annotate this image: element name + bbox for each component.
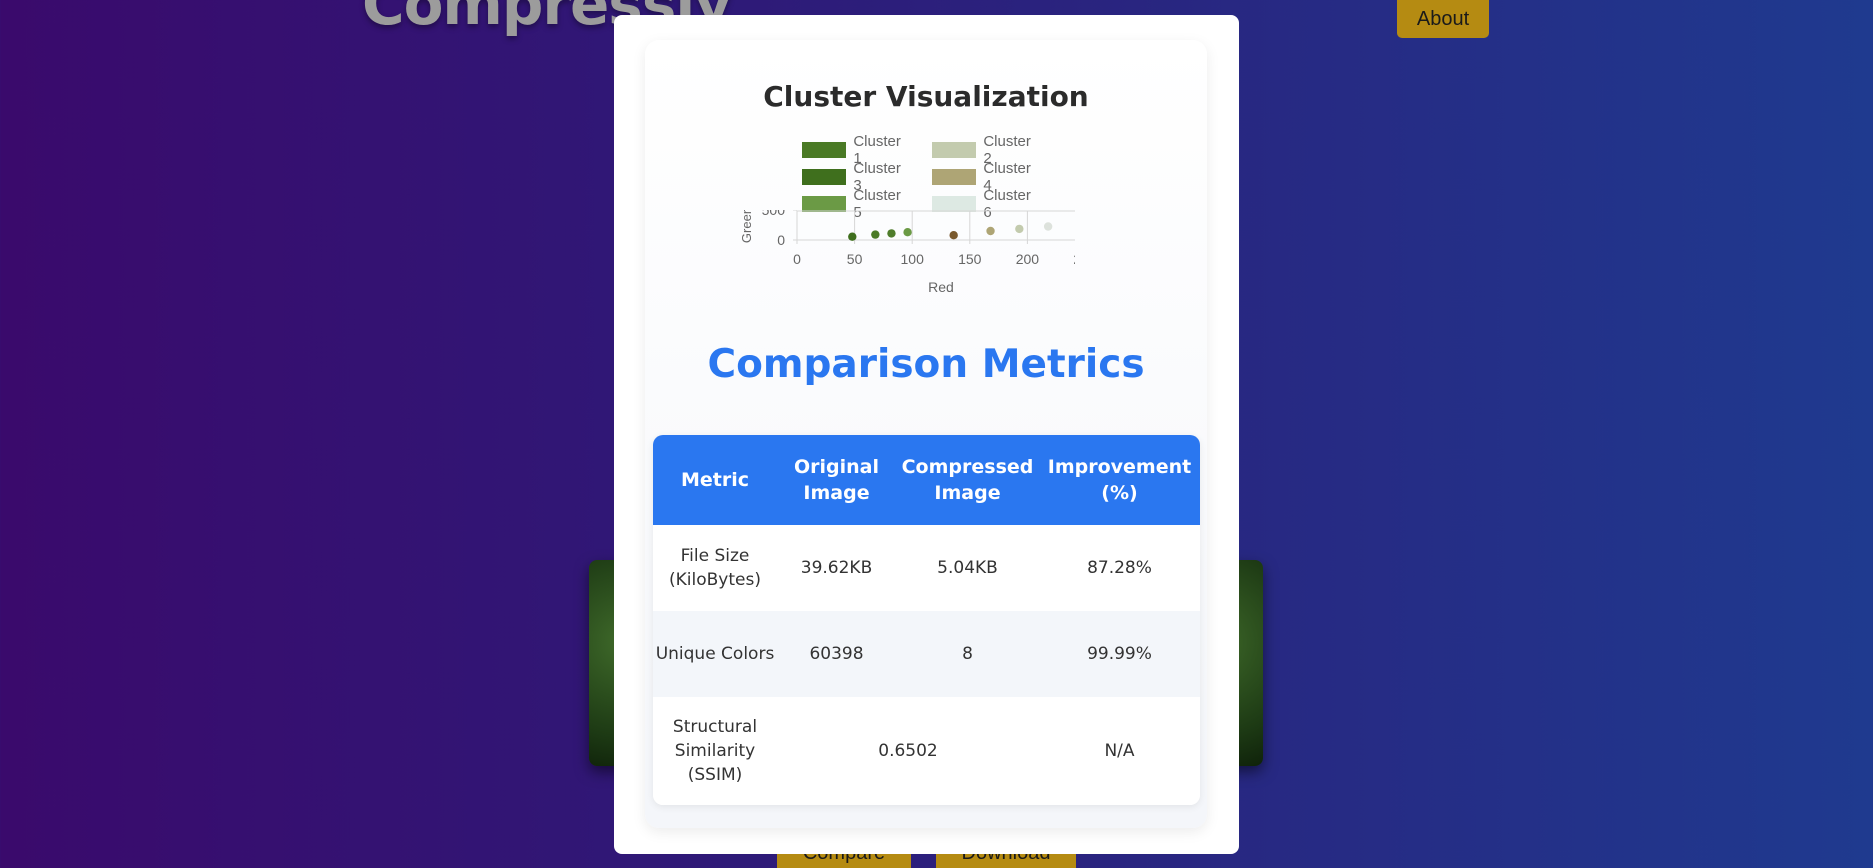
cluster-visualization-title: Cluster Visualization	[763, 80, 1089, 113]
results-card: Cluster Visualization Cluster 1 Cluster …	[645, 40, 1207, 828]
comparison-metrics-title: Comparison Metrics	[707, 342, 1145, 387]
table-header-row: Metric Original Image Compressed Image I…	[653, 435, 1200, 525]
data-point	[848, 232, 857, 241]
legend-swatch	[932, 169, 977, 185]
header-original: Original Image	[793, 456, 879, 504]
header-improvement: Improvement (%)	[1047, 456, 1192, 504]
legend-swatch	[802, 142, 847, 158]
compressed-value: 8	[962, 644, 973, 664]
legend-swatch	[802, 169, 847, 185]
table-row: Unique Colors 60398 8 99.99%	[653, 611, 1200, 697]
y-axis-label: Green	[739, 210, 754, 243]
x-axis-label: Red	[928, 279, 954, 295]
table-row: Structural Similarity (SSIM) 0.6502 N/A	[653, 697, 1200, 805]
compressed-value: 5.04KB	[937, 558, 998, 578]
data-point	[1043, 222, 1053, 231]
data-point	[986, 226, 995, 236]
legend-item-cluster-1[interactable]: Cluster 1	[802, 133, 907, 167]
data-point	[871, 230, 880, 239]
data-point	[903, 228, 912, 237]
cluster-scatter-chart: 0 50 100 150 200 250 0 500 Red Green	[739, 210, 1075, 295]
results-modal: Cluster Visualization Cluster 1 Cluster …	[614, 15, 1239, 854]
metric-name: Unique Colors	[655, 644, 775, 664]
x-tick-label: 0	[793, 251, 801, 267]
metrics-table: Metric Original Image Compressed Image I…	[653, 435, 1200, 805]
ssim-value: 0.6502	[878, 741, 938, 761]
plot-frame	[796, 210, 1075, 241]
data-point	[887, 229, 896, 238]
original-value: 60398	[809, 644, 864, 664]
improvement-value: N/A	[1104, 741, 1135, 761]
improvement-value: 87.28%	[1087, 558, 1152, 578]
legend-item-cluster-2[interactable]: Cluster 2	[932, 133, 1037, 167]
improvement-value: 99.99%	[1087, 644, 1152, 664]
legend-item-cluster-3[interactable]: Cluster 3	[802, 160, 907, 194]
metric-name: Structural Similarity (SSIM)	[672, 717, 758, 785]
header-compressed: Compressed Image	[901, 456, 1034, 504]
x-tick-label: 200	[1016, 251, 1040, 267]
data-point	[1015, 224, 1024, 234]
x-tick-label: 150	[958, 251, 982, 267]
table-row: File Size (KiloBytes) 39.62KB 5.04KB 87.…	[653, 525, 1200, 611]
y-tick-label: 500	[762, 210, 786, 218]
legend-item-cluster-4[interactable]: Cluster 4	[932, 160, 1037, 194]
header-metric: Metric	[680, 469, 750, 491]
data-point	[949, 231, 958, 240]
x-tick-label: 100	[901, 251, 925, 267]
y-tick-label: 0	[777, 232, 785, 248]
original-value: 39.62KB	[800, 558, 873, 578]
x-tick-label: 250	[1073, 251, 1075, 267]
x-tick-label: 50	[847, 251, 863, 267]
legend-swatch	[932, 142, 977, 158]
metric-name: File Size (KiloBytes)	[669, 546, 761, 590]
about-button[interactable]: About	[1397, 0, 1489, 38]
